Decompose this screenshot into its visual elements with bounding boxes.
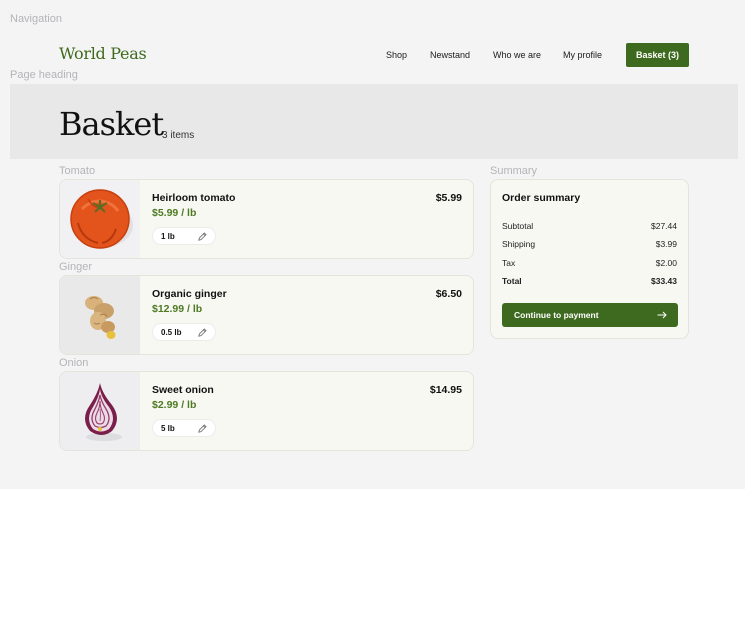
quantity-selector[interactable]: 5 lb — [152, 419, 216, 437]
edit-pencil-icon[interactable] — [197, 327, 208, 338]
quantity-selector[interactable]: 0.5 lb — [152, 323, 216, 341]
page-heading-section-label: Page heading — [10, 69, 78, 81]
quantity-selector[interactable]: 1 lb — [152, 227, 216, 245]
edit-pencil-icon[interactable] — [197, 231, 208, 242]
summary-row-value: $27.44 — [651, 221, 677, 231]
tomato-section-label: Tomato — [59, 165, 96, 177]
basket-item-onion: Sweet onion $2.99 / lb $14.95 5 lb — [59, 371, 474, 451]
page-title: Basket — [59, 105, 164, 143]
summary-row-label: Total — [502, 276, 522, 286]
summary-row-value: $33.43 — [651, 276, 677, 286]
summary-row-label: Subtotal — [502, 221, 534, 231]
item-price: $5.99 — [435, 192, 462, 204]
summary-row-value: $3.99 — [655, 239, 677, 249]
summary-row-label: Tax — [502, 258, 516, 268]
item-unit-price: $12.99 / lb — [152, 303, 203, 315]
ginger-section-label: Ginger — [59, 261, 93, 273]
quantity-value: 0.5 lb — [161, 328, 182, 337]
nav-link-who-we-are[interactable]: Who we are — [493, 50, 541, 60]
onion-section-label: Onion — [59, 357, 89, 369]
order-summary-panel: Order summary Subtotal $27.44 Shipping $… — [490, 179, 689, 339]
item-count: 3 items — [162, 130, 195, 141]
nav-link-shop[interactable]: Shop — [386, 50, 407, 60]
summary-row-tax: Tax $2.00 — [502, 258, 677, 268]
item-name: Heirloom tomato — [152, 192, 236, 204]
summary-row-value: $2.00 — [655, 258, 677, 268]
item-name: Organic ginger — [152, 288, 227, 300]
summary-row-subtotal: Subtotal $27.44 — [502, 221, 677, 231]
nav-link-newstand[interactable]: Newstand — [430, 50, 470, 60]
arrow-right-icon — [657, 311, 667, 319]
basket-item-ginger: Organic ginger $12.99 / lb $6.50 0.5 lb — [59, 275, 474, 355]
summary-row-label: Shipping — [502, 239, 536, 249]
item-price: $6.50 — [435, 288, 462, 300]
ginger-image — [60, 276, 140, 354]
summary-row-total: Total $33.43 — [502, 276, 677, 286]
navigation-section-label: Navigation — [10, 13, 62, 25]
nav-link-my-profile[interactable]: My profile — [563, 50, 602, 60]
basket-button[interactable]: Basket (3) — [626, 43, 689, 67]
continue-to-payment-label: Continue to payment — [514, 310, 599, 320]
quantity-value: 1 lb — [161, 232, 175, 241]
summary-row-shipping: Shipping $3.99 — [502, 239, 677, 249]
tomato-image — [60, 180, 140, 258]
item-price: $14.95 — [429, 384, 462, 396]
brand-logo[interactable]: World Peas — [59, 44, 147, 63]
basket-item-tomato: Heirloom tomato $5.99 / lb $5.99 1 lb — [59, 179, 474, 259]
order-summary-title: Order summary — [502, 192, 581, 204]
item-unit-price: $5.99 / lb — [152, 207, 197, 219]
continue-to-payment-button[interactable]: Continue to payment — [502, 303, 678, 327]
item-name: Sweet onion — [152, 384, 214, 396]
summary-section-label: Summary — [490, 165, 538, 177]
onion-image — [60, 372, 140, 450]
edit-pencil-icon[interactable] — [197, 423, 208, 434]
item-unit-price: $2.99 / lb — [152, 399, 197, 411]
quantity-value: 5 lb — [161, 424, 175, 433]
